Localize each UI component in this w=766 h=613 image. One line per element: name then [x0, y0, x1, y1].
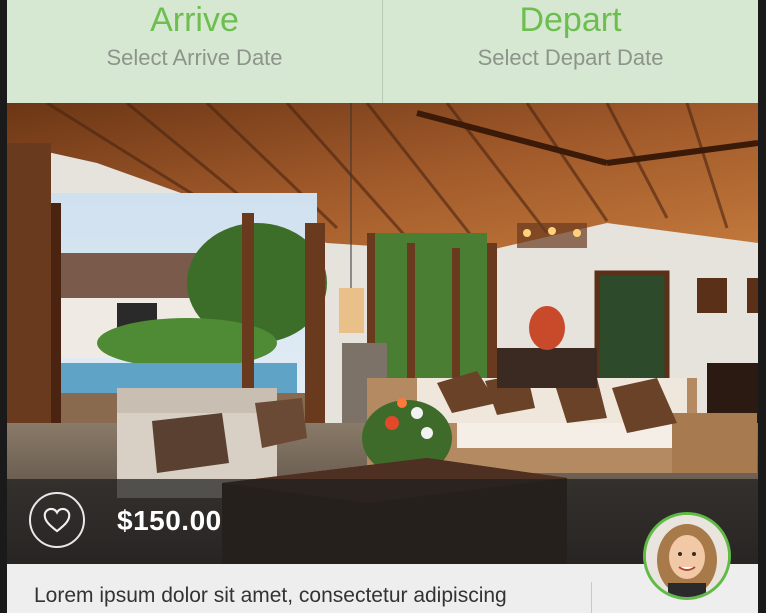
listing-card: Arrive Select Arrive Date Depart Select …: [7, 0, 758, 613]
depart-date-picker[interactable]: Depart Select Depart Date: [383, 0, 758, 103]
arrive-title: Arrive: [150, 1, 239, 39]
heart-outline-icon: [43, 507, 71, 533]
arrive-date-picker[interactable]: Arrive Select Arrive Date: [7, 0, 383, 103]
arrive-subtitle: Select Arrive Date: [106, 45, 283, 70]
listing-description: Lorem ipsum dolor sit amet, consectetur …: [34, 584, 507, 607]
date-selector-bar: Arrive Select Arrive Date Depart Select …: [7, 0, 758, 103]
favorite-button[interactable]: [29, 492, 85, 548]
host-avatar[interactable]: [643, 512, 731, 600]
depart-title: Depart: [519, 1, 622, 39]
depart-subtitle: Select Depart Date: [477, 45, 664, 70]
listing-price: $150.00: [117, 505, 222, 536]
description-divider: [591, 582, 592, 613]
